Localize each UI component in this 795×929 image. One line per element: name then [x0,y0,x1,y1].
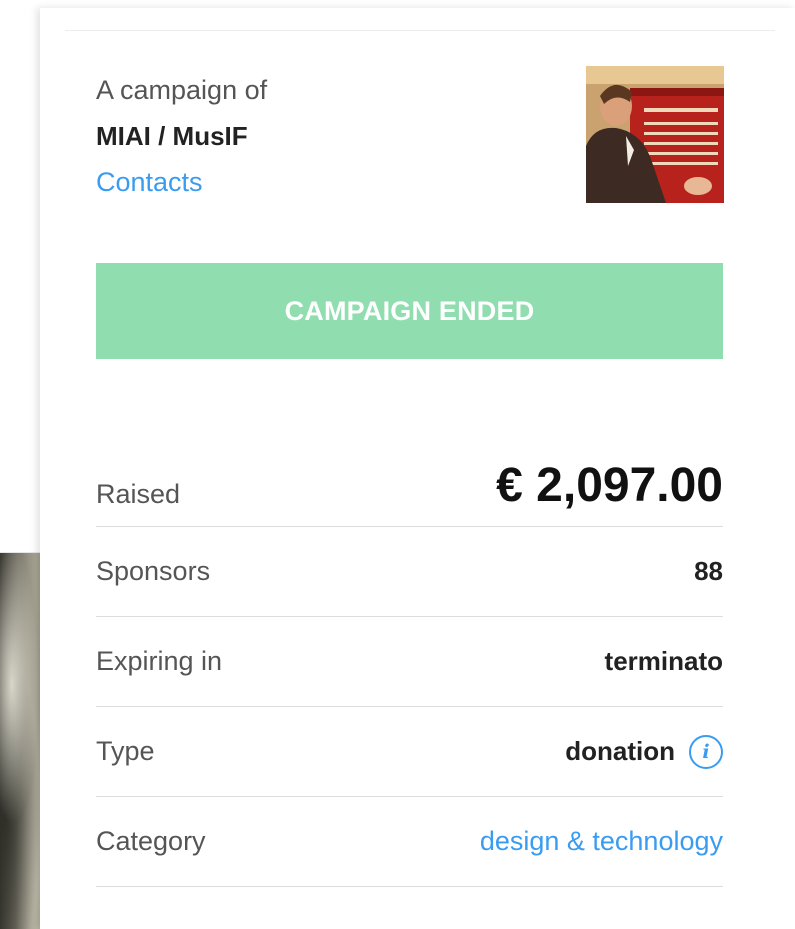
campaign-stats: Raised € 2,097.00 Sponsors 88 Expiring i… [96,436,723,887]
owner-avatar [586,66,724,203]
type-value-group: donation i [565,734,723,769]
raised-label: Raised [96,479,181,509]
contacts-link[interactable]: Contacts [96,162,203,202]
campaign-sidebar-card: A campaign of MIAI / MusIF Contacts CAMP… [40,8,795,929]
stat-row-expiring: Expiring in terminato [96,617,723,707]
stat-row-category: Category design & technology [96,797,723,887]
page: A campaign of MIAI / MusIF Contacts CAMP… [0,0,795,929]
owner-label: A campaign of [96,75,268,105]
owner-avatar-image [586,66,724,203]
stat-row-sponsors: Sponsors 88 [96,527,723,617]
stat-row-type: Type donation i [96,707,723,797]
sponsors-label: Sponsors [96,556,211,586]
campaign-owner: A campaign of MIAI / MusIF Contacts [96,72,536,202]
card-top-divider [65,30,775,31]
category-label: Category [96,826,206,856]
type-label: Type [96,736,155,766]
expiring-value: terminato [604,646,723,676]
raised-value: € 2,097.00 [496,459,723,512]
expiring-label: Expiring in [96,646,223,676]
info-icon[interactable]: i [689,734,723,769]
type-value: donation [565,736,675,766]
sponsors-value: 88 [694,556,723,586]
campaign-ended-button[interactable]: CAMPAIGN ENDED [96,263,723,359]
stat-row-raised: Raised € 2,097.00 [96,436,723,527]
category-link[interactable]: design & technology [480,826,723,857]
owner-name: MIAI / MusIF [96,121,248,151]
